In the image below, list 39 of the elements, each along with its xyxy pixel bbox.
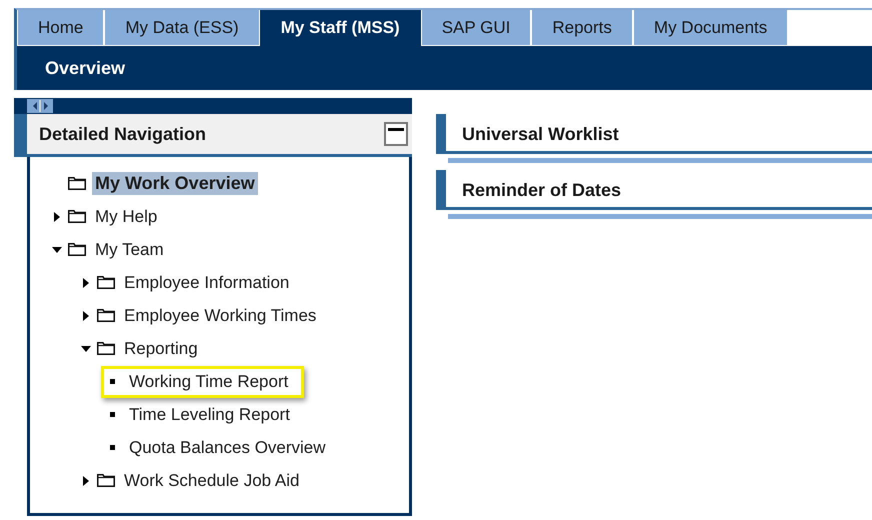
tree-item[interactable]: Quota Balances Overview (126, 436, 329, 458)
collapse-button[interactable] (384, 122, 408, 146)
tree-item[interactable]: My Team (92, 238, 167, 260)
collapsed-triangle-icon[interactable] (52, 212, 62, 222)
nav-tab[interactable]: Reports (531, 10, 633, 46)
tree-item[interactable]: Time Leveling Report (126, 404, 293, 426)
panel-scroll-bar[interactable] (14, 98, 412, 114)
bullet-icon (110, 445, 115, 450)
tree-item[interactable]: Reporting (121, 338, 201, 360)
folder-icon (97, 342, 115, 355)
tree-item[interactable]: Employee Information (121, 272, 292, 294)
tree-item[interactable]: My Work Overview (92, 172, 258, 195)
folder-icon (97, 276, 115, 289)
expanded-triangle-icon[interactable] (81, 344, 91, 354)
collapsed-triangle-icon[interactable] (81, 278, 91, 288)
nav-tab[interactable]: My Documents (632, 10, 788, 46)
overview-link[interactable]: Overview (45, 58, 126, 78)
folder-icon (68, 177, 86, 190)
expanded-triangle-icon[interactable] (52, 244, 62, 254)
collapsed-triangle-icon[interactable] (81, 476, 91, 486)
tree-item[interactable]: Employee Working Times (121, 304, 320, 326)
tree-item[interactable]: My Help (92, 206, 160, 228)
section-title[interactable]: Reminder of Dates (462, 180, 622, 200)
folder-icon (97, 309, 115, 322)
panel-title: Detailed Navigation (39, 124, 206, 144)
bullet-icon (110, 379, 115, 384)
nav-tab[interactable]: My Data (ESS) (104, 10, 260, 46)
scroll-arrows-icon[interactable] (27, 99, 53, 113)
section-title[interactable]: Universal Worklist (462, 124, 619, 144)
nav-tab[interactable]: Home (17, 10, 104, 46)
folder-icon (68, 243, 86, 256)
collapsed-triangle-icon[interactable] (81, 310, 91, 320)
tree-item[interactable]: Working Time Report (126, 370, 292, 392)
nav-tab[interactable]: SAP GUI (420, 10, 532, 46)
nav-tab[interactable]: My Staff (MSS) (260, 10, 421, 46)
tree-item[interactable]: Work Schedule Job Aid (121, 470, 302, 492)
folder-icon (97, 474, 115, 487)
folder-icon (68, 210, 86, 223)
bullet-icon (110, 412, 115, 417)
